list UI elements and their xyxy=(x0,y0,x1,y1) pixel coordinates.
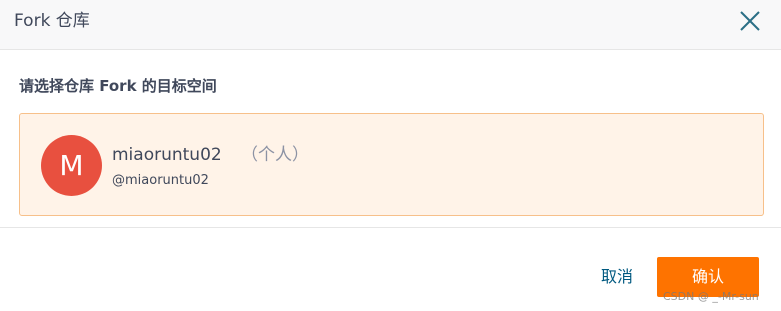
watermark: CSDN @ _-Mr-sun xyxy=(663,290,759,303)
footer-divider xyxy=(0,227,781,228)
namespace-option-card[interactable]: M miaoruntu02 （个人） @miaoruntu02 xyxy=(19,113,764,216)
namespace-name: miaoruntu02 xyxy=(112,145,222,165)
avatar: M xyxy=(41,135,102,196)
namespace-type: （个人） xyxy=(241,145,309,165)
dialog-title: Fork 仓库 xyxy=(14,11,90,31)
dialog-header: Fork 仓库 xyxy=(0,0,781,50)
close-icon[interactable] xyxy=(736,7,764,35)
section-label: 请选择仓库 Fork 的目标空间 xyxy=(19,77,217,95)
cancel-button[interactable]: 取消 xyxy=(590,257,644,297)
namespace-path: @miaoruntu02 xyxy=(112,173,209,188)
